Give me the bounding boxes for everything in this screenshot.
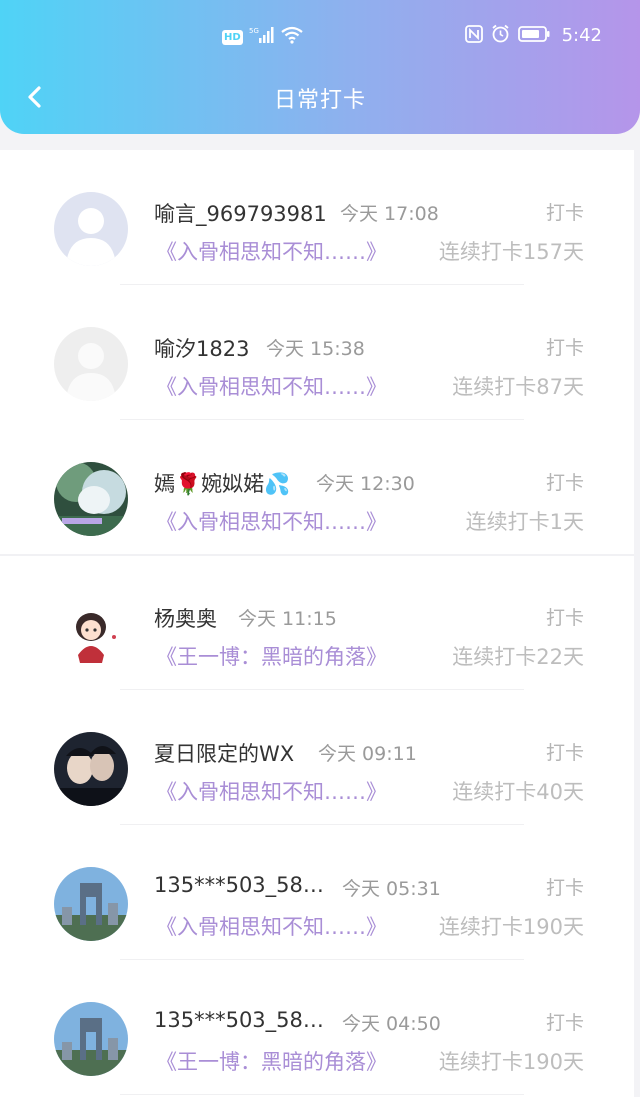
list-item[interactable]: 135***503_58… 今天 04:50 打卡 《王一博：黑暗的角落》 连续… <box>0 960 634 1095</box>
checkin-button[interactable]: 打卡 <box>546 333 584 360</box>
nav-bar: 日常打卡 <box>0 72 640 122</box>
user-name[interactable]: 嫣🌹婉姒婼💦 <box>154 468 290 498</box>
header: HD 5G 5:42 日常打卡 <box>0 0 640 134</box>
checkin-button[interactable]: 打卡 <box>546 738 584 765</box>
nfc-icon <box>464 24 483 47</box>
checkin-time: 今天 05:31 <box>342 878 441 900</box>
checkin-time: 今天 12:30 <box>316 473 415 495</box>
streak-count: 连续打卡157天 <box>438 240 584 264</box>
book-title-link[interactable]: 《王一博：黑暗的角落》 <box>156 1046 387 1076</box>
checkin-button[interactable]: 打卡 <box>546 198 584 225</box>
avatar[interactable] <box>54 192 128 266</box>
status-time: 5:42 <box>561 25 602 46</box>
avatar[interactable] <box>54 327 128 401</box>
list-item[interactable]: 杨奥奥 今天 11:15 打卡 《王一博：黑暗的角落》 连续打卡22天 <box>0 555 634 690</box>
streak-count: 连续打卡1天 <box>465 510 584 534</box>
streak-count: 连续打卡87天 <box>452 375 584 399</box>
streak-count: 连续打卡22天 <box>452 645 584 669</box>
status-bar: HD 5G 5:42 <box>0 0 640 76</box>
divider <box>120 1094 524 1095</box>
checkin-time: 今天 04:50 <box>342 1013 441 1035</box>
list-item[interactable]: 喻汐1823 今天 15:38 打卡 《入骨相思知不知……》 连续打卡87天 <box>0 285 634 420</box>
streak-count: 连续打卡190天 <box>438 915 584 939</box>
avatar[interactable] <box>54 462 128 536</box>
alarm-icon <box>491 24 510 47</box>
checkin-time: 今天 15:38 <box>266 338 365 360</box>
signal-icon: 5G <box>249 26 275 48</box>
streak-count: 连续打卡40天 <box>452 780 584 804</box>
user-name[interactable]: 135***503_58… <box>154 873 324 897</box>
book-title-link[interactable]: 《入骨相思知不知……》 <box>156 776 387 806</box>
book-title-link[interactable]: 《入骨相思知不知……》 <box>156 911 387 941</box>
list-item[interactable]: 喻言_969793981 今天 17:08 打卡 《入骨相思知不知……》 连续打… <box>0 150 634 285</box>
avatar[interactable] <box>54 597 128 671</box>
list-item[interactable]: 135***503_58… 今天 05:31 打卡 《入骨相思知不知……》 连续… <box>0 825 634 960</box>
checkin-time: 今天 11:15 <box>238 608 337 630</box>
book-title-link[interactable]: 《入骨相思知不知……》 <box>156 506 387 536</box>
status-network: HD 5G <box>222 26 303 48</box>
wifi-icon <box>280 26 303 48</box>
battery-icon <box>517 25 550 47</box>
checkin-button[interactable]: 打卡 <box>546 873 584 900</box>
hd-badge: HD <box>222 29 243 45</box>
page-title: 日常打卡 <box>273 88 366 113</box>
checkin-button[interactable]: 打卡 <box>546 468 584 495</box>
book-title-link[interactable]: 《王一博：黑暗的角落》 <box>156 641 387 671</box>
avatar[interactable] <box>54 1002 128 1076</box>
avatar[interactable] <box>54 867 128 941</box>
user-name[interactable]: 杨奥奥 <box>154 603 217 633</box>
checkin-time: 今天 09:11 <box>318 743 417 765</box>
book-title-link[interactable]: 《入骨相思知不知……》 <box>156 236 387 266</box>
user-name[interactable]: 135***503_58… <box>154 1008 324 1032</box>
list-item[interactable]: 嫣🌹婉姒婼💦 今天 12:30 打卡 《入骨相思知不知……》 连续打卡1天 <box>0 420 634 555</box>
user-name[interactable]: 喻汐1823 <box>154 333 249 363</box>
scrollbar[interactable] <box>634 150 640 1097</box>
streak-count: 连续打卡190天 <box>438 1050 584 1074</box>
user-name[interactable]: 喻言_969793981 <box>154 198 327 228</box>
checkin-button[interactable]: 打卡 <box>546 1008 584 1035</box>
list-item[interactable]: 夏日限定的WX 今天 09:11 打卡 《入骨相思知不知……》 连续打卡40天 <box>0 690 634 825</box>
avatar[interactable] <box>54 732 128 806</box>
checkin-time: 今天 17:08 <box>340 203 439 225</box>
book-title-link[interactable]: 《入骨相思知不知……》 <box>156 371 387 401</box>
checkin-list[interactable]: 喻言_969793981 今天 17:08 打卡 《入骨相思知不知……》 连续打… <box>0 150 634 1097</box>
network-label: 5G <box>249 27 259 35</box>
checkin-button[interactable]: 打卡 <box>546 603 584 630</box>
status-right: 5:42 <box>464 24 602 47</box>
user-name[interactable]: 夏日限定的WX <box>154 738 294 768</box>
